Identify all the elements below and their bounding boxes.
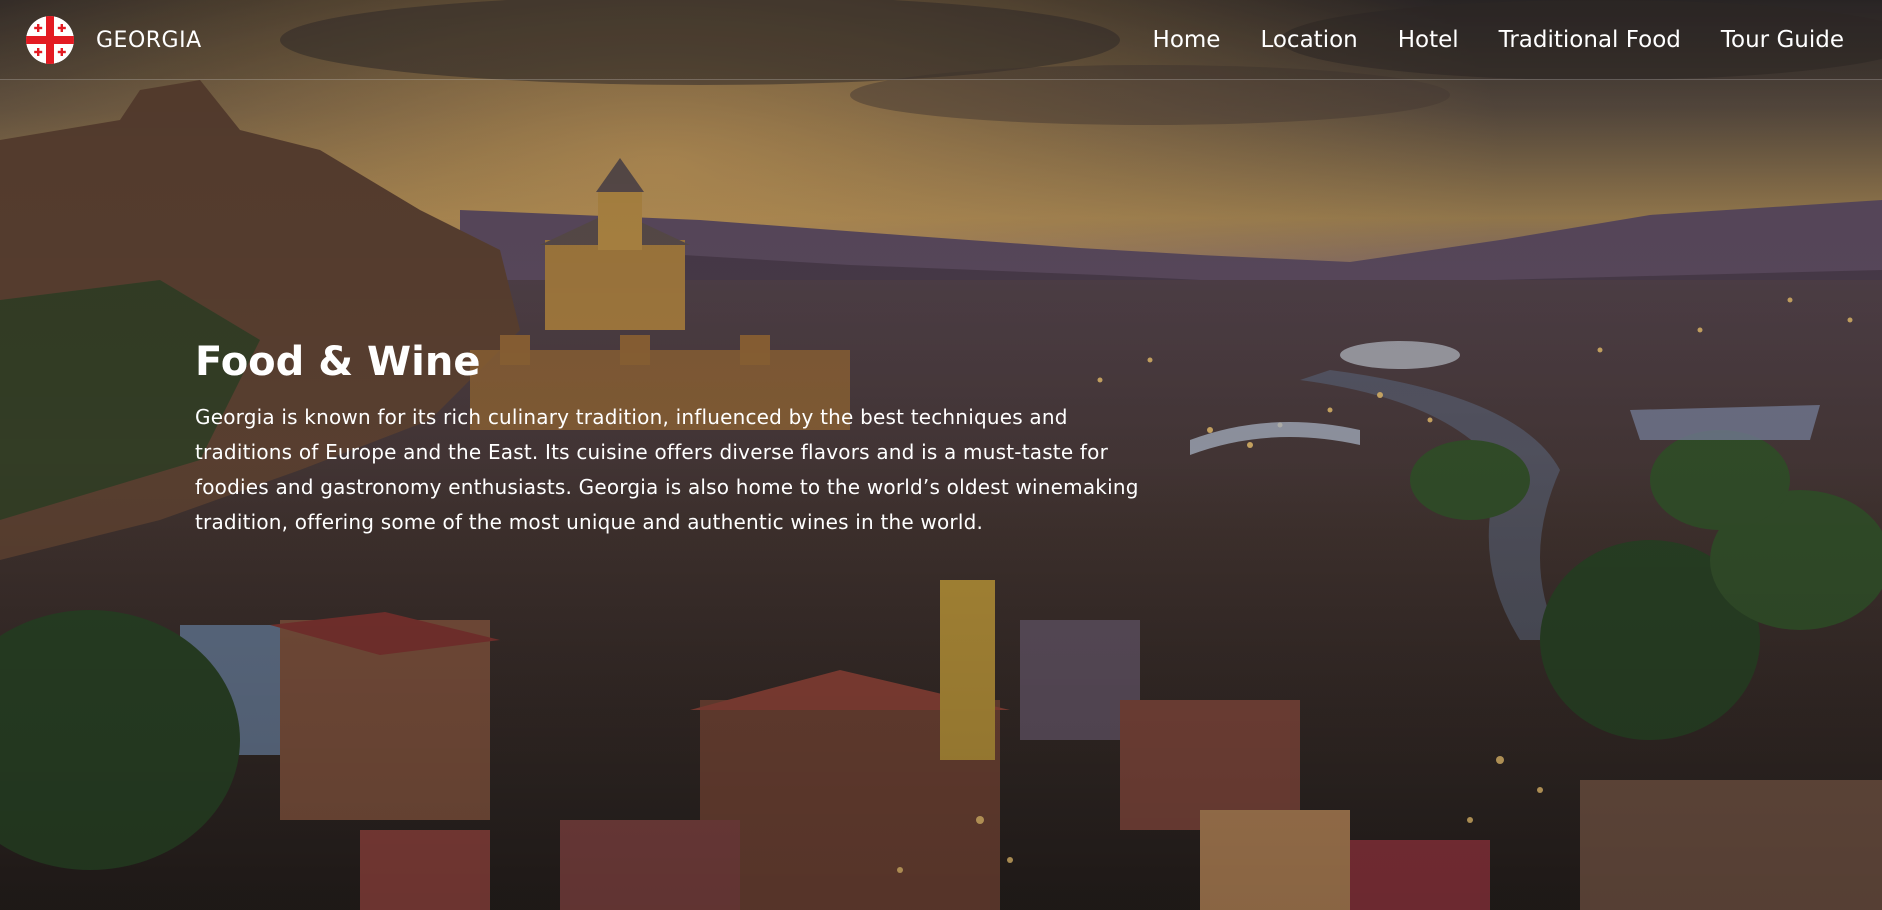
nav-item-tour-guide: Tour Guide — [1721, 22, 1844, 58]
hero-description: Georgia is known for its rich culinary t… — [195, 405, 1139, 534]
nav-link-hotel[interactable]: Hotel — [1398, 22, 1459, 58]
nav-link-traditional-food[interactable]: Traditional Food — [1499, 22, 1681, 58]
nav-link-tour-guide[interactable]: Tour Guide — [1721, 22, 1844, 58]
nav-item-home: Home — [1153, 22, 1221, 58]
nav-menu: Home Location Hotel Traditional Food Tou… — [1153, 22, 1844, 58]
georgia-flag-icon — [26, 16, 74, 64]
nav-link-home[interactable]: Home — [1153, 22, 1221, 58]
nav-item-hotel: Hotel — [1398, 22, 1459, 58]
hero-section: GEORGIA Home Location Hotel Traditional … — [0, 0, 1882, 910]
brand-link[interactable]: GEORGIA — [26, 16, 202, 64]
nav-item-traditional-food: Traditional Food — [1499, 22, 1681, 58]
hero-content: Food & Wine Georgia is known for its ric… — [195, 336, 1155, 540]
navbar: GEORGIA Home Location Hotel Traditional … — [0, 0, 1882, 80]
nav-link-location[interactable]: Location — [1260, 22, 1357, 58]
nav-item-location: Location — [1260, 22, 1357, 58]
hero-title: Food & Wine — [195, 339, 481, 385]
brand-name: GEORGIA — [96, 27, 202, 53]
